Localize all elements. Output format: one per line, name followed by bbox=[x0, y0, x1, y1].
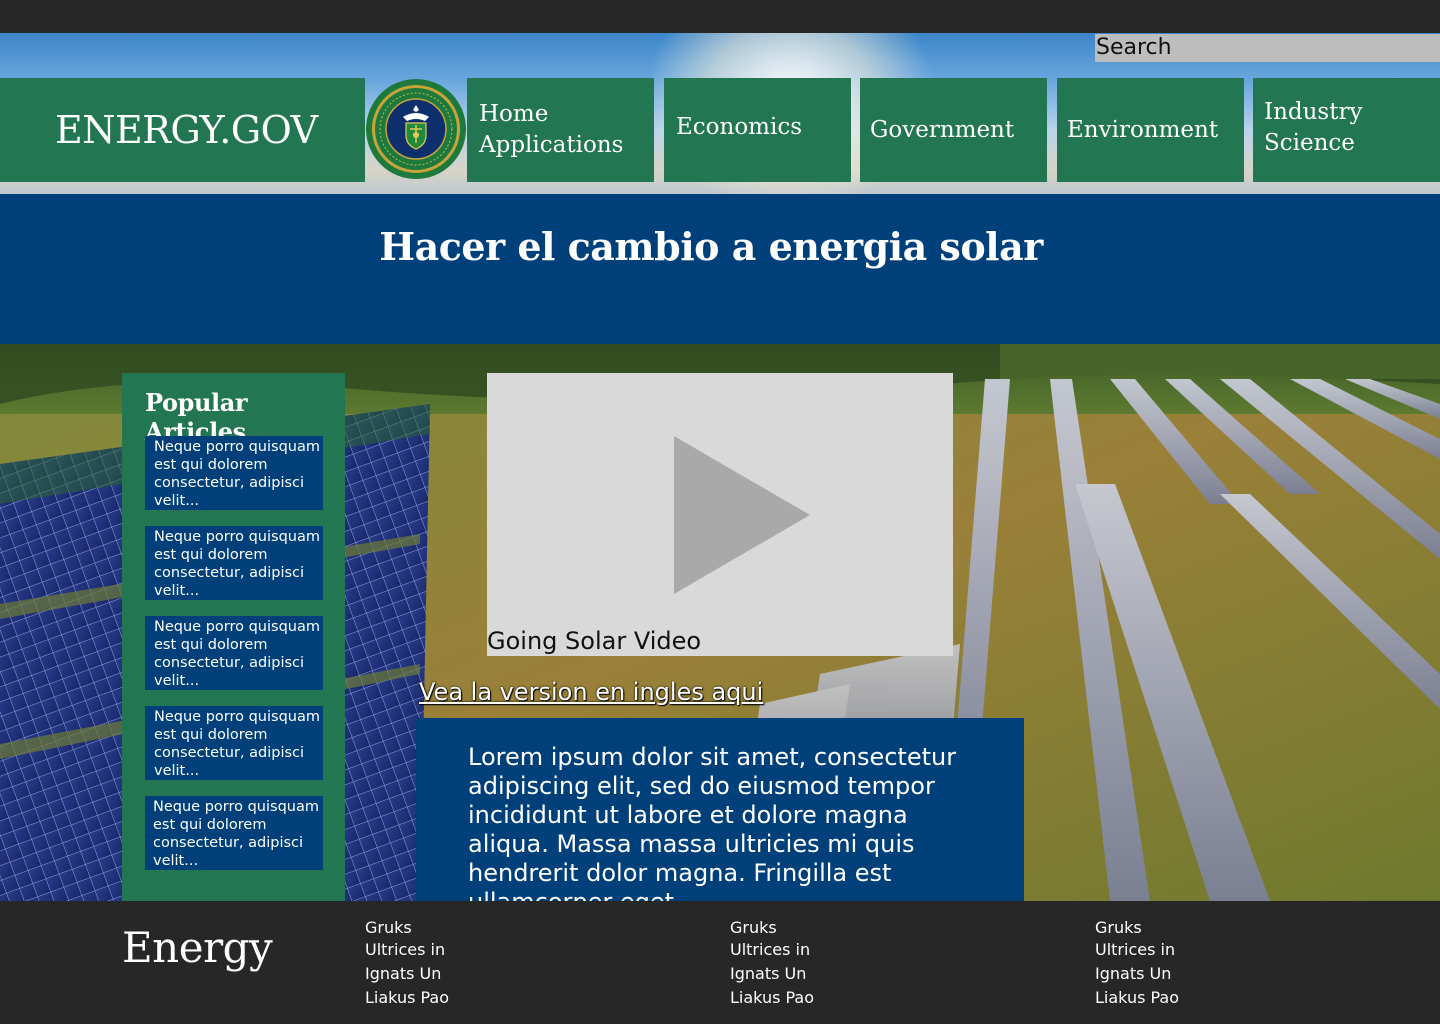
nav-government[interactable]: Government bbox=[860, 78, 1047, 182]
nav-label: Environment bbox=[1067, 116, 1219, 143]
video-player[interactable]: Going Solar Video bbox=[487, 373, 953, 656]
article-link[interactable]: Neque porro quisquam est qui dolorem con… bbox=[145, 526, 323, 600]
footer-link[interactable]: Liakus Pao bbox=[1095, 988, 1179, 1012]
footer: Energy Gruks Ultrices in Ignats Un Liaku… bbox=[0, 901, 1440, 1024]
footer-link[interactable]: Ignats Un bbox=[1095, 964, 1179, 988]
nav-industry-science[interactable]: Industry Science bbox=[1253, 78, 1440, 182]
footer-column: Gruks Ultrices in Ignats Un Liakus Pao bbox=[730, 918, 814, 1012]
english-version-link[interactable]: Vea la version en ingles aqui bbox=[419, 678, 763, 706]
footer-column: Gruks Ultrices in Ignats Un Liakus Pao bbox=[1095, 918, 1179, 1012]
nav-label: Industry bbox=[1264, 99, 1363, 125]
nav-home-applications[interactable]: Home Applications bbox=[467, 78, 654, 182]
content-body: Lorem ipsum dolor sit amet, consectetur … bbox=[468, 743, 957, 916]
nav-label: Government bbox=[870, 116, 1015, 143]
footer-link[interactable]: Ultrices in bbox=[730, 940, 814, 964]
nav-label: Science bbox=[1264, 130, 1355, 156]
nav-label: Economics bbox=[676, 113, 803, 140]
footer-link[interactable]: Ignats Un bbox=[365, 964, 449, 988]
page-title: Hacer el cambio a energia solar bbox=[379, 224, 1043, 269]
nav-environment[interactable]: Environment bbox=[1057, 78, 1244, 182]
site-logo[interactable]: ENERGY.GOV bbox=[0, 78, 365, 182]
nav-label: Applications bbox=[479, 132, 624, 158]
footer-link[interactable]: Ultrices in bbox=[1095, 940, 1179, 964]
play-icon[interactable] bbox=[674, 436, 810, 594]
article-link[interactable]: Neque porro quisquam est qui dolorem con… bbox=[145, 706, 323, 780]
footer-link[interactable]: Ignats Un bbox=[730, 964, 814, 988]
top-bar bbox=[0, 0, 1440, 33]
footer-link[interactable]: Gruks bbox=[730, 918, 814, 940]
footer-column: Gruks Ultrices in Ignats Un Liakus Pao bbox=[365, 918, 449, 1012]
doe-seal-icon bbox=[366, 79, 466, 179]
article-link[interactable]: Neque porro quisquam est qui dolorem con… bbox=[145, 616, 323, 690]
content-text-box: Lorem ipsum dolor sit amet, consectetur … bbox=[416, 718, 1024, 916]
nav-label: Home bbox=[479, 101, 549, 127]
video-caption: Going Solar Video bbox=[487, 627, 702, 655]
article-link[interactable]: Neque porro quisquam est qui dolorem con… bbox=[145, 436, 323, 510]
footer-logo[interactable]: Energy bbox=[122, 923, 273, 972]
footer-link[interactable]: Gruks bbox=[365, 918, 449, 940]
footer-link[interactable]: Gruks bbox=[1095, 918, 1179, 940]
popular-articles-panel: Popular Articles Neque porro quisquam es… bbox=[122, 373, 345, 901]
footer-link[interactable]: Liakus Pao bbox=[365, 988, 449, 1012]
nav-economics[interactable]: Economics bbox=[664, 78, 851, 182]
article-link[interactable]: Neque porro quisquam est qui dolorem con… bbox=[145, 796, 323, 870]
footer-link[interactable]: Ultrices in bbox=[365, 940, 449, 964]
title-band: Hacer el cambio a energia solar bbox=[0, 194, 1440, 344]
search-input[interactable] bbox=[1095, 34, 1440, 62]
footer-link[interactable]: Liakus Pao bbox=[730, 988, 814, 1012]
